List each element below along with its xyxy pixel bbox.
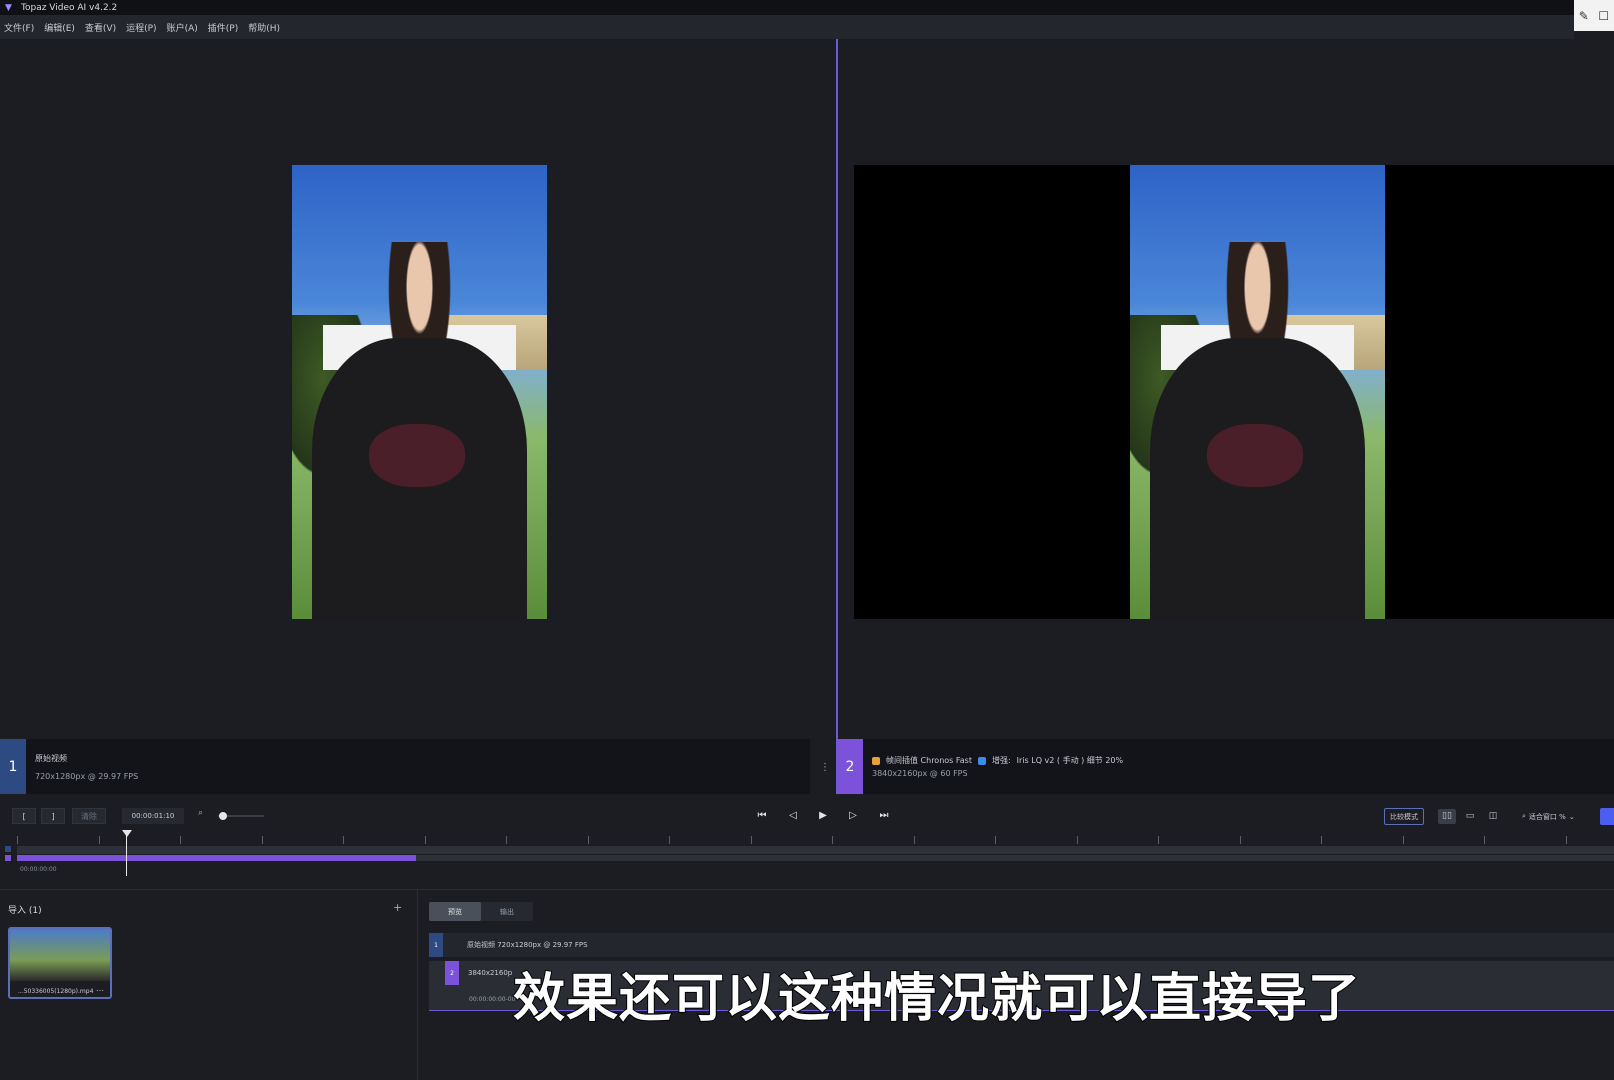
- ruler-tick: [913, 836, 915, 844]
- interpolation-icon: [872, 756, 880, 765]
- ruler-tick: [1239, 836, 1241, 844]
- model-label: Iris LQ v2 ( 手动 ) 细节 20%: [1016, 756, 1124, 765]
- ruler-tick: [1321, 836, 1322, 844]
- list-item[interactable]: 1 原始视频 720x1280px @ 29.97 FPS: [429, 933, 1614, 957]
- menu-bar: 文件(F) 编辑(E) 查看(V) 运程(P) 账户(A) 插件(P) 帮助(H…: [0, 15, 1574, 39]
- tab-output[interactable]: 输出: [481, 902, 533, 921]
- chevron-down-icon: ⌄: [1568, 812, 1575, 821]
- zoom-icon: ⌕: [1522, 812, 1526, 820]
- ruler-tick: [17, 836, 18, 844]
- viewer-enhanced[interactable]: [837, 39, 1614, 739]
- video-thumbnail: [10, 929, 110, 981]
- export-tabs: 预览 输出: [429, 902, 533, 921]
- track-1-marker: [5, 846, 11, 852]
- split-view-icon[interactable]: ◫: [1484, 809, 1502, 824]
- ruler-tick: [1158, 836, 1159, 844]
- ruler-tick: [832, 836, 833, 844]
- edit-icon[interactable]: ✎: [1579, 9, 1589, 23]
- menu-view[interactable]: 查看(V): [85, 21, 116, 34]
- enhanced-info-bar: 2 帧间插值 Chronos Fast 增强: Iris LQ v2 ( 手动 …: [837, 739, 1614, 794]
- enhance-icon: [977, 756, 986, 765]
- timecode-display[interactable]: 00:00:01:10: [122, 808, 184, 824]
- playhead-handle[interactable]: [122, 830, 132, 837]
- menu-plugins[interactable]: 插件(P): [208, 21, 238, 34]
- ruler-tick: [1565, 836, 1567, 844]
- export-button[interactable]: [1600, 808, 1614, 825]
- video-frame-enhanced: [1130, 165, 1385, 619]
- more-options-icon[interactable]: ⋮: [820, 762, 830, 773]
- menu-account[interactable]: 账户(A): [167, 21, 198, 34]
- timeline-ruler[interactable]: [0, 830, 1614, 846]
- ruler-tick: [98, 836, 100, 844]
- skip-to-end-icon[interactable]: ⏭: [876, 808, 892, 824]
- menu-process[interactable]: 运程(P): [126, 21, 156, 34]
- enhanced-settings: 帧间插值 Chronos Fast 增强: Iris LQ v2 ( 手动 ) …: [872, 755, 1123, 766]
- step-forward-icon[interactable]: ▷: [845, 808, 861, 824]
- ruler-tick: [180, 836, 181, 844]
- playhead[interactable]: [126, 832, 127, 876]
- video-frame-original: [292, 165, 547, 619]
- ruler-tick: [261, 836, 263, 844]
- import-file-card[interactable]: ...50336005(1280p).mp4 ⋯: [8, 927, 112, 999]
- viewer-index-badge: 2: [837, 739, 863, 794]
- play-icon[interactable]: ▶: [815, 808, 831, 824]
- more-options-icon[interactable]: ⋯: [96, 986, 104, 995]
- ruler-tick: [995, 836, 996, 844]
- fit-label: 适合窗口 %: [1528, 812, 1566, 821]
- row-index-badge: 1: [429, 933, 443, 957]
- set-in-button[interactable]: [: [12, 808, 36, 824]
- row-index-badge: 2: [445, 961, 459, 985]
- window-controls: ✎ ☐: [1574, 0, 1614, 31]
- ruler-tick: [1484, 836, 1485, 844]
- track-2-marker: [5, 855, 11, 861]
- viewer-original[interactable]: [0, 39, 836, 739]
- ruler-tick: [669, 836, 670, 844]
- menu-edit[interactable]: 编辑(E): [44, 21, 75, 34]
- zoom-slider-knob[interactable]: [219, 812, 227, 820]
- interpolation-label: 帧间插值 Chronos Fast: [886, 756, 972, 765]
- maximize-icon[interactable]: ☐: [1598, 9, 1609, 23]
- tab-preview[interactable]: 预览: [429, 902, 481, 921]
- ruler-tick: [506, 836, 507, 844]
- import-title: 导入 (1): [8, 906, 42, 916]
- skip-to-start-icon[interactable]: ⏮: [754, 808, 770, 824]
- row-text: 3840x2160p: [468, 969, 513, 977]
- original-name: 原始视频: [35, 754, 67, 763]
- video-subtitle: 效果还可以这种情况就可以直接导了: [512, 968, 1362, 1030]
- original-info-bar: 1 原始视频 720x1280px @ 29.97 FPS: [0, 739, 810, 794]
- menu-file[interactable]: 文件(F): [4, 21, 34, 34]
- plus-icon[interactable]: +: [393, 901, 402, 914]
- menu-help[interactable]: 帮助(H): [248, 21, 280, 34]
- ruler-tick: [343, 836, 344, 844]
- ruler-tick: [424, 836, 426, 844]
- single-view-icon[interactable]: ▭: [1461, 809, 1479, 824]
- timeline-start-time: 00:00:00:00: [20, 866, 57, 873]
- viewer-index-badge: 1: [0, 739, 26, 794]
- compare-mode-button[interactable]: 比较模式: [1384, 808, 1424, 825]
- timeline-track-original[interactable]: [17, 846, 1614, 854]
- window-title: Topaz Video AI v4.2.2: [21, 2, 118, 13]
- clear-button[interactable]: 清除: [72, 808, 106, 824]
- set-out-button[interactable]: ]: [41, 808, 65, 824]
- ruler-tick: [750, 836, 752, 844]
- enhanced-spec: 3840x2160px @ 60 FPS: [872, 769, 968, 778]
- title-bar: ▼ Topaz Video AI v4.2.2: [0, 0, 1614, 15]
- step-back-icon[interactable]: ◁: [785, 808, 801, 824]
- side-by-side-view-icon[interactable]: ▯▯: [1438, 809, 1456, 824]
- row-text: 原始视频 720x1280px @ 29.97 FPS: [467, 941, 588, 949]
- original-spec: 720x1280px @ 29.97 FPS: [35, 772, 139, 781]
- row-subtext: 00:00:00:00-00: [469, 996, 516, 1003]
- fit-window-select[interactable]: ⌕ 适合窗口 % ⌄: [1518, 808, 1580, 825]
- topaz-logo-icon: ▼: [5, 2, 12, 13]
- ruler-tick: [587, 836, 589, 844]
- file-name: ...50336005(1280p).mp4: [18, 988, 94, 995]
- ruler-tick: [1076, 836, 1078, 844]
- ruler-tick: [1402, 836, 1404, 844]
- enhance-label: 增强:: [991, 756, 1011, 765]
- timeline-progress: [17, 855, 416, 861]
- zoom-icon: ⌕: [198, 808, 204, 818]
